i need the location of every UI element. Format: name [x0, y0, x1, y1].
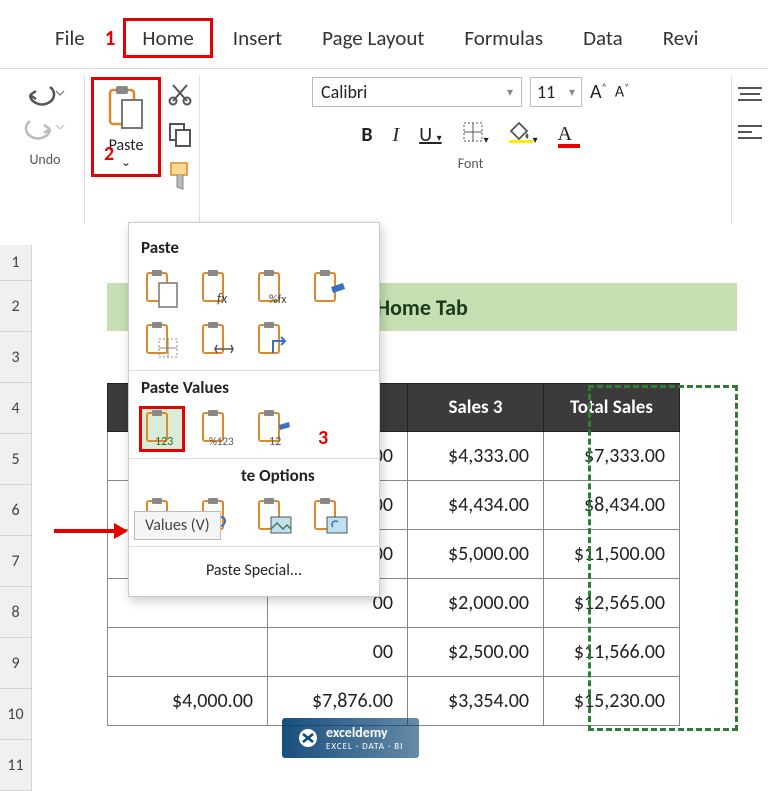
group-undo: Undo: [6, 75, 85, 224]
cell[interactable]: $4,434.00: [408, 481, 544, 530]
tab-page-layout[interactable]: Page Layout: [302, 19, 444, 57]
svg-text:%123: %123: [209, 435, 234, 448]
watermark: exceldemy EXCEL · DATA · BI: [282, 718, 419, 758]
tab-review[interactable]: Revi: [643, 19, 719, 57]
paste-values-numfmt-icon[interactable]: %123: [195, 406, 241, 452]
paste-other-header: te Options: [141, 465, 369, 486]
italic-button[interactable]: I: [393, 124, 400, 147]
row-header[interactable]: 6: [0, 485, 32, 536]
chevron-down-icon: ⌄: [121, 155, 131, 170]
cell[interactable]: $3,354.00: [408, 677, 544, 726]
fill-color-button[interactable]: ▾: [509, 121, 538, 149]
group-align-partial: [732, 75, 768, 224]
paste-linked-picture-icon[interactable]: [307, 494, 353, 540]
row-header[interactable]: 2: [0, 281, 32, 332]
align-left-icon[interactable]: [736, 123, 764, 145]
copy-button[interactable]: [167, 121, 193, 151]
tab-formulas[interactable]: Formulas: [444, 19, 563, 57]
logo-icon: [298, 728, 318, 748]
cell[interactable]: 00: [268, 628, 408, 677]
undo-button[interactable]: [22, 81, 68, 107]
paste-transpose-icon[interactable]: [251, 318, 297, 364]
paste-values-header: Paste Values: [141, 377, 369, 398]
paste-picture-icon[interactable]: [251, 494, 297, 540]
row-header[interactable]: 3: [0, 332, 32, 383]
cell[interactable]: $7,333.00: [544, 432, 680, 481]
cell[interactable]: $8,434.00: [544, 481, 680, 530]
border-button[interactable]: ▾: [462, 121, 489, 149]
paste-section-header: Paste: [141, 237, 369, 258]
paste-formulas-icon[interactable]: fx: [195, 266, 241, 312]
clipboard-icon: [104, 84, 148, 134]
row-header[interactable]: 11: [0, 740, 32, 791]
paste-values-icon[interactable]: 123: [139, 406, 185, 452]
paste-no-borders-icon[interactable]: [139, 318, 185, 364]
cell[interactable]: $5,000.00: [408, 530, 544, 579]
decrease-font-icon[interactable]: A˅: [615, 82, 629, 101]
svg-text:123: 123: [155, 435, 173, 449]
group-font: Calibri▾ 11▾ A˄ A˅ B I U ▾ ▾ ▾ A Font: [200, 75, 732, 224]
paste-all-icon[interactable]: [139, 266, 185, 312]
annotation-2: 2: [104, 142, 114, 166]
paste-keep-source-fmt-icon[interactable]: [307, 266, 353, 312]
paste-special-item[interactable]: Paste Special...: [139, 553, 369, 588]
row-header[interactable]: 4: [0, 383, 32, 434]
tab-data[interactable]: Data: [563, 19, 643, 57]
ribbon: Undo Paste ⌄ Clipboard 2 Calib: [0, 68, 768, 224]
cell[interactable]: $2,500.00: [408, 628, 544, 677]
underline-button[interactable]: U ▾: [419, 123, 441, 147]
paste-column-widths-icon[interactable]: [195, 318, 241, 364]
col-header-total[interactable]: Total Sales: [544, 384, 680, 432]
cell[interactable]: $12,565.00: [544, 579, 680, 628]
paste-button[interactable]: Paste ⌄: [91, 77, 161, 177]
cell[interactable]: $4,000.00: [108, 677, 268, 726]
row-header[interactable]: 8: [0, 587, 32, 638]
chevron-down-icon: ▾: [569, 85, 575, 100]
group-clipboard: Paste ⌄ Clipboard: [85, 75, 200, 224]
font-size-select[interactable]: 11▾: [530, 77, 582, 107]
annotation-arrow: [54, 521, 128, 541]
bold-button[interactable]: B: [361, 123, 372, 147]
tab-insert[interactable]: Insert: [213, 19, 302, 57]
cell[interactable]: [108, 628, 268, 677]
group-label-font: Font: [458, 155, 484, 172]
row-header[interactable]: 5: [0, 434, 32, 485]
tab-home[interactable]: Home: [123, 18, 212, 58]
row-header[interactable]: 1: [0, 245, 32, 281]
redo-button[interactable]: [22, 115, 68, 141]
tooltip-values: Values (V): [134, 511, 221, 540]
font-name-select[interactable]: Calibri▾: [312, 77, 522, 107]
format-painter-button[interactable]: [167, 161, 193, 195]
svg-text:fx: fx: [217, 290, 228, 307]
row-header[interactable]: 10: [0, 689, 32, 740]
increase-font-icon[interactable]: A˄: [590, 80, 607, 104]
paste-dropdown: Paste fx %fx Paste Values 123 %123 12 te…: [128, 222, 380, 597]
row-header[interactable]: 9: [0, 638, 32, 689]
font-color-button[interactable]: A: [558, 122, 580, 148]
chevron-down-icon: ▾: [507, 85, 513, 100]
row-header[interactable]: 7: [0, 536, 32, 587]
tab-file[interactable]: File: [35, 19, 105, 57]
annotation-3: 3: [318, 426, 328, 450]
annotation-1: 1: [105, 25, 124, 51]
worksheet: 1 2 3 4 5 6 7 8 9 10 11 Home Tab Sales 3…: [0, 245, 32, 791]
ribbon-tabs: File 1 Home Insert Page Layout Formulas …: [0, 0, 768, 68]
group-label-undo: Undo: [29, 151, 60, 168]
cell[interactable]: $4,333.00: [408, 432, 544, 481]
paste-formulas-numfmt-icon[interactable]: %fx: [251, 266, 297, 312]
paste-values-sourcefmt-icon[interactable]: 12: [251, 406, 297, 452]
cell[interactable]: $11,566.00: [544, 628, 680, 677]
row-headers: 1 2 3 4 5 6 7 8 9 10 11: [0, 245, 32, 791]
cell[interactable]: $2,000.00: [408, 579, 544, 628]
cut-button[interactable]: [167, 81, 193, 111]
svg-text:%fx: %fx: [269, 293, 287, 307]
cell[interactable]: $11,500.00: [544, 530, 680, 579]
svg-text:12: 12: [269, 435, 281, 449]
cell[interactable]: $15,230.00: [544, 677, 680, 726]
align-top-icon[interactable]: [736, 85, 764, 107]
col-header-sales3[interactable]: Sales 3: [408, 384, 544, 432]
